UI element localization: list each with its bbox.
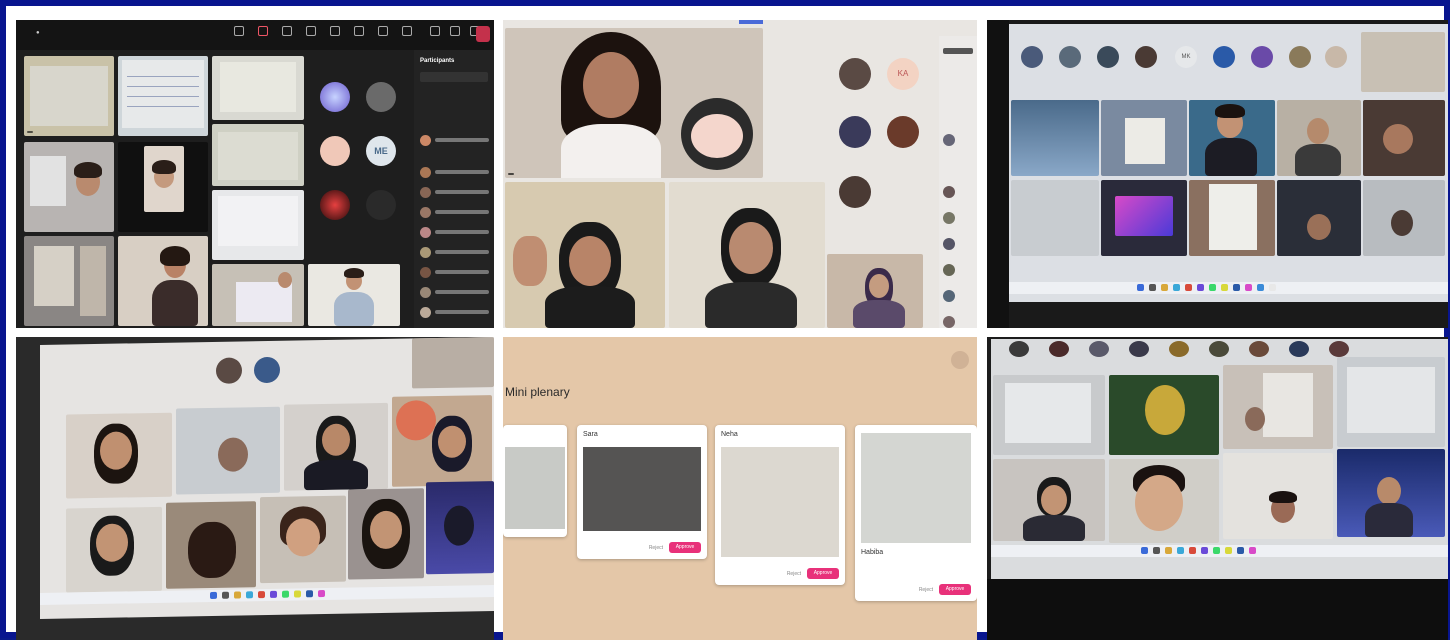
participants-rail xyxy=(939,36,977,328)
taskbar xyxy=(991,545,1448,557)
camera-icon[interactable] xyxy=(424,26,446,44)
plenary-title: Mini plenary xyxy=(505,385,570,399)
avatar xyxy=(320,136,350,166)
react-icon[interactable] xyxy=(300,26,322,44)
approve-button[interactable]: Approve xyxy=(939,584,971,595)
screen xyxy=(40,337,494,619)
approve-button[interactable]: Approve xyxy=(669,542,701,553)
people-icon[interactable] xyxy=(252,26,274,44)
rooms-icon[interactable] xyxy=(348,26,370,44)
participants-panel: Participants xyxy=(414,50,494,328)
meeting-toolbar: ● xyxy=(16,20,494,50)
leave-button[interactable] xyxy=(476,26,490,42)
video-tile xyxy=(118,236,208,326)
avatar xyxy=(320,82,350,112)
screen xyxy=(991,339,1448,579)
video-tile xyxy=(24,142,114,232)
avatar xyxy=(887,116,919,148)
laptop-gallery-screenshot xyxy=(16,337,494,640)
apps-icon[interactable] xyxy=(372,26,394,44)
screen: MK xyxy=(1009,24,1448,302)
submission-card-neha[interactable]: Neha Reject Approve xyxy=(715,425,845,585)
participant-row[interactable] xyxy=(420,266,494,280)
laptop-gallery-screenshot: MK xyxy=(987,20,1448,328)
reject-button[interactable]: Reject xyxy=(919,587,933,593)
card-name: Neha xyxy=(721,431,738,438)
participant-row[interactable] xyxy=(420,246,494,260)
avatar xyxy=(366,82,396,112)
reject-button[interactable]: Reject xyxy=(649,545,663,551)
approve-button[interactable]: Approve xyxy=(807,568,839,579)
search-input[interactable] xyxy=(420,72,488,82)
video-tile xyxy=(118,142,208,232)
view-icon[interactable] xyxy=(324,26,346,44)
video-tile xyxy=(827,254,923,328)
participant-avatars: ME xyxy=(316,80,414,328)
participant-row[interactable] xyxy=(420,286,494,300)
video-tile xyxy=(212,190,304,260)
participant-row[interactable] xyxy=(420,134,494,148)
video-tile xyxy=(505,182,665,328)
participants-title: Participants xyxy=(420,58,455,64)
meeting-screenshot-light: KA xyxy=(503,20,977,328)
top-indicator xyxy=(739,20,763,24)
submission-card-sara[interactable]: Sara Reject Approve xyxy=(577,425,707,559)
avatar xyxy=(320,190,350,220)
chat-icon[interactable] xyxy=(228,26,250,44)
submission-card-habiba[interactable]: Habiba Reject Approve xyxy=(855,425,977,601)
avatar xyxy=(839,116,871,148)
video-tile xyxy=(118,56,208,136)
video-tile xyxy=(212,56,304,120)
teams-meeting-screenshot: ● ME Participants xyxy=(16,20,494,328)
more-icon[interactable] xyxy=(396,26,418,44)
avatar xyxy=(839,58,871,90)
mic-icon[interactable] xyxy=(444,26,466,44)
avatar xyxy=(366,190,396,220)
video-tile xyxy=(24,56,114,136)
submission-card[interactable] xyxy=(503,425,567,537)
mini-plenary-screenshot: Mini plenary Sara Reject Approve Neha Re… xyxy=(503,337,977,640)
participant-row[interactable] xyxy=(420,226,494,240)
card-name: Sara xyxy=(583,431,598,438)
avatar: KA xyxy=(887,58,919,90)
video-tile xyxy=(24,236,114,326)
avatar: ME xyxy=(366,136,396,166)
search-icon[interactable] xyxy=(951,351,969,369)
card-name: Habiba xyxy=(861,549,884,556)
taskbar xyxy=(1009,282,1448,294)
video-tile xyxy=(505,28,763,178)
participant-row[interactable] xyxy=(420,186,494,200)
reject-button[interactable]: Reject xyxy=(787,571,801,577)
collage-frame: ● ME Participants KA MK Mini plenary Sar… xyxy=(0,0,1450,640)
raise-hand-icon[interactable] xyxy=(276,26,298,44)
video-tile xyxy=(669,182,825,328)
participant-row[interactable] xyxy=(420,306,494,320)
laptop-gallery-screenshot xyxy=(987,337,1448,640)
participant-row[interactable] xyxy=(420,206,494,220)
participant-row[interactable] xyxy=(420,166,494,180)
avatar xyxy=(839,176,871,208)
video-tile xyxy=(212,124,304,186)
meeting-timer: ● xyxy=(36,30,40,36)
video-tile xyxy=(212,264,304,326)
